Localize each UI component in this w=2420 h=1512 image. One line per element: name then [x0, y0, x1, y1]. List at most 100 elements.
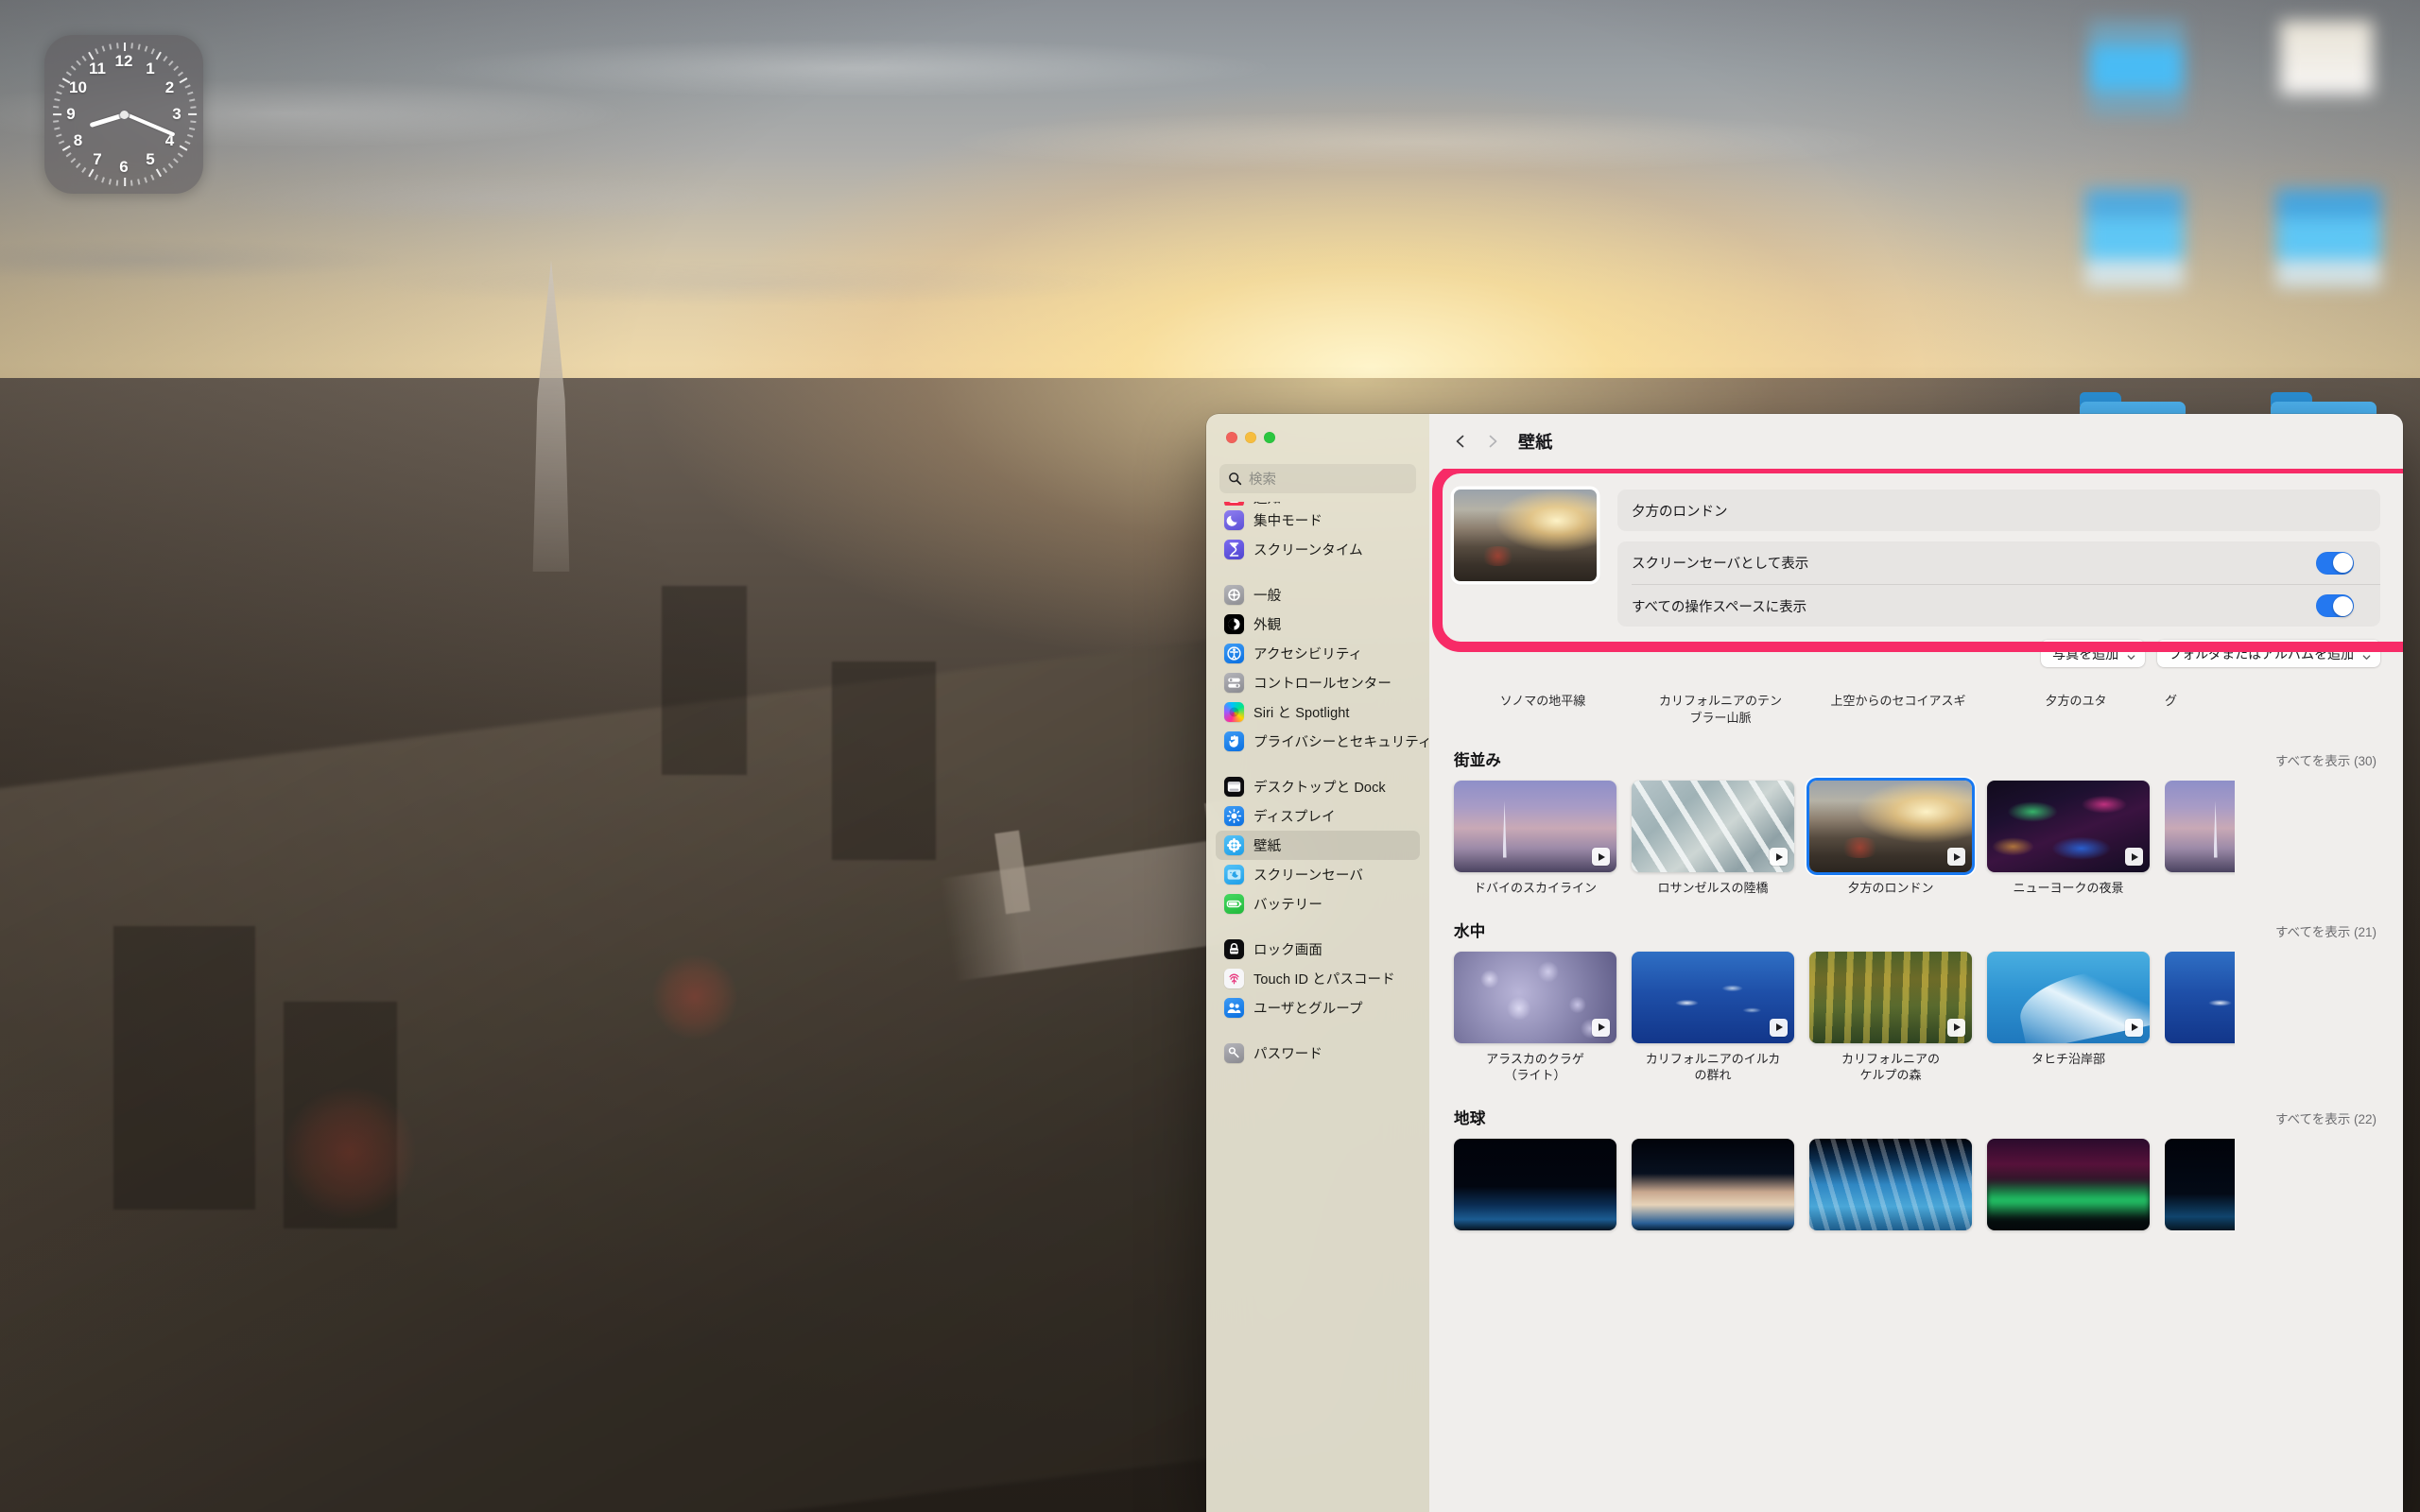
sidebar-item-screensaver[interactable]: スクリーンセーバ	[1216, 860, 1420, 889]
sidebar-item-passwords[interactable]: パスワード	[1216, 1039, 1420, 1068]
wallpaper-thumbnail-cell[interactable]	[2165, 781, 2235, 897]
sidebar-item-lock-screen[interactable]: ロック画面	[1216, 935, 1420, 964]
wallpaper-thumbnail-selected[interactable]	[1809, 781, 1972, 873]
clock-tick	[173, 65, 179, 71]
wallpaper-thumbnail-cell[interactable]	[1632, 1138, 1794, 1230]
sidebar-item-display[interactable]: ディスプレイ	[1216, 801, 1420, 831]
wallpaper-thumbnail-cell[interactable]	[2165, 951, 2235, 1084]
add-photo-button[interactable]: 写真を追加	[2041, 640, 2146, 667]
show-all-link[interactable]: すべてを表示 (22)	[2275, 1108, 2377, 1127]
clock-tick	[179, 145, 188, 151]
wallpaper-thumbnail[interactable]	[1632, 781, 1794, 873]
close-button[interactable]	[1226, 432, 1237, 443]
sidebar-item-accessibility[interactable]: アクセシビリティ	[1216, 639, 1420, 668]
wallpaper-name-field[interactable]: 夕方のロンドン	[1617, 490, 2380, 531]
sidebar-scroll-area[interactable]: 通知集中モードスクリーンタイム一般外観アクセシビリティコントロールセンター Sir…	[1206, 502, 1429, 1512]
wallpaper-thumbnail-cell[interactable]: カリフォルニアの ケルプの森	[1809, 951, 1972, 1084]
content-scroll-area[interactable]: 夕方のロンドン スクリーンセーバとして表示 すべての操作スペースに表示 写真を追…	[1429, 469, 2403, 1512]
sidebar-item-battery[interactable]: バッテリー	[1216, 889, 1420, 919]
wallpaper-thumbnail-cell[interactable]: アラスカのクラゲ （ライト）	[1454, 951, 1616, 1084]
back-button[interactable]	[1444, 425, 1477, 457]
toggle-knob	[2332, 595, 2353, 616]
zoom-button[interactable]	[1264, 432, 1275, 443]
toggle-row-screensaver[interactable]: スクリーンセーバとして表示	[1617, 541, 2380, 584]
control-center-icon	[1224, 673, 1244, 693]
wallpaper-thumbnail[interactable]	[1454, 1138, 1616, 1230]
wallpaper-thumbnail[interactable]	[2165, 781, 2235, 873]
sidebar-item-privacy[interactable]: プライバシーとセキュリティ	[1216, 727, 1429, 756]
clock-tick	[163, 56, 168, 61]
sidebar-item-general[interactable]: 一般	[1216, 580, 1420, 610]
wallpaper-thumbnail-cell[interactable]: ドバイのスカイライン	[1454, 781, 1616, 897]
wallpaper-thumbnail[interactable]	[1987, 1138, 2150, 1230]
wallpaper-thumbnail-cell[interactable]: カリフォルニアのイルカ の群れ	[1632, 951, 1794, 1084]
sidebar-item-wallpaper[interactable]: 壁紙	[1216, 831, 1420, 860]
blurred-icon	[2276, 189, 2380, 287]
wallpaper-thumbnail-label: カリフォルニアのテン ブラー山脈	[1658, 694, 1782, 725]
wallpaper-thumbnail[interactable]	[1809, 1138, 1972, 1230]
wallpaper-thumbnail[interactable]	[1632, 951, 1794, 1043]
wallpaper-thumbnail-cell[interactable]	[1987, 1138, 2150, 1230]
show-all-link[interactable]: すべてを表示 (21)	[2275, 921, 2377, 940]
wallpaper-thumbnail[interactable]	[1454, 951, 1616, 1043]
wallpaper-thumbnail-cell[interactable]	[1454, 1138, 1616, 1230]
wallpaper-thumbnail-cell[interactable]: 夕方のロンドン	[1809, 781, 1972, 897]
play-icon	[2125, 1018, 2143, 1037]
wallpaper-thumbnail[interactable]	[1987, 781, 2150, 873]
wallpaper-thumbnail[interactable]	[1987, 951, 2150, 1043]
wallpaper-thumbnail[interactable]	[1454, 781, 1616, 873]
wallpaper-preview-thumbnail[interactable]	[1454, 490, 1597, 581]
wallpaper-thumbnail-cell[interactable]: ロサンゼルスの陸橋	[1632, 781, 1794, 897]
sidebar-item-desktop-dock[interactable]: デスクトップと Dock	[1216, 772, 1420, 801]
sidebar-item-focus[interactable]: 集中モード	[1216, 506, 1420, 535]
play-icon	[1770, 1018, 1788, 1037]
clock-tick	[53, 120, 60, 123]
wallpaper-thumbnail[interactable]	[1809, 951, 1972, 1043]
clock-tick	[61, 145, 71, 151]
wallpaper-thumbnail[interactable]	[2165, 1138, 2235, 1230]
wallpaper-thumbnail[interactable]	[2165, 951, 2235, 1043]
sidebar-item-touch-id[interactable]: Touch ID とパスコード	[1216, 964, 1420, 993]
search-input[interactable]: 検索	[1219, 464, 1416, 493]
wallpaper-thumbnail[interactable]	[1632, 1138, 1794, 1230]
sidebar-item-siri[interactable]: Siri と Spotlight	[1216, 697, 1420, 727]
screen-time-icon	[1224, 540, 1244, 559]
wallpaper-thumbnail-cell[interactable]: ニューヨークの夜景	[1987, 781, 2150, 897]
toggle-row-all-spaces[interactable]: すべての操作スペースに表示	[1632, 584, 2380, 627]
wallpaper-thumbnail-cell[interactable]	[2165, 1138, 2235, 1230]
wallpaper-category-section: 街並み すべてを表示 (30) ドバイのスカイライン ロサンゼルスの陸橋 夕方のロンドン…	[1450, 747, 2382, 897]
clock-numeral: 1	[146, 59, 155, 77]
sidebar-item-label: アクセシビリティ	[1253, 647, 1363, 662]
toggle-switch-screensaver[interactable]	[2316, 551, 2354, 575]
thumbnail-artwork	[1987, 1138, 2150, 1230]
show-all-link[interactable]: すべてを表示 (30)	[2275, 750, 2377, 769]
minimize-button[interactable]	[1245, 432, 1256, 443]
wallpaper-thumbnail-cell[interactable]	[1809, 1138, 1972, 1230]
sidebar-item-control-center[interactable]: コントロールセンター	[1216, 668, 1420, 697]
forward-button[interactable]	[1477, 425, 1509, 457]
play-icon	[2125, 848, 2143, 867]
wallpaper-thumbnail-label: カリフォルニアのイルカ の群れ	[1645, 1051, 1781, 1083]
focus-icon	[1224, 510, 1244, 530]
sidebar-item-screen-time[interactable]: スクリーンタイム	[1216, 535, 1420, 564]
system-settings-window[interactable]: 検索 通知集中モードスクリーンタイム一般外観アクセシビリティコントロールセンター…	[1206, 414, 2403, 1512]
sidebar-group-separator	[1206, 1022, 1429, 1039]
clock-widget[interactable]: 12 1 2 3 4 5 6 7 8 9 10 11	[44, 35, 203, 194]
clock-tick	[173, 158, 179, 163]
clock-numeral: 10	[69, 78, 87, 96]
battery-icon	[1224, 894, 1244, 914]
users-groups-icon	[1224, 998, 1244, 1018]
sidebar-item-users-groups[interactable]: ユーザとグループ	[1216, 993, 1420, 1022]
clock-tick	[54, 127, 60, 130]
play-icon	[1592, 848, 1610, 867]
lock-screen-icon	[1224, 939, 1244, 959]
toggle-label-screensaver: スクリーンセーバとして表示	[1632, 557, 1809, 572]
toggle-switch-all-spaces[interactable]	[2316, 594, 2354, 617]
add-folder-album-button[interactable]: フォルダまたはアルバムを追加	[2157, 640, 2380, 667]
clock-tick	[70, 158, 77, 163]
thumbnail-artwork	[2165, 951, 2235, 1043]
play-icon	[1592, 1018, 1610, 1037]
wallpaper-thumbnail-cell[interactable]: タヒチ沿岸部	[1987, 951, 2150, 1084]
display-icon	[1224, 806, 1244, 826]
sidebar-item-appearance[interactable]: 外観	[1216, 610, 1420, 639]
